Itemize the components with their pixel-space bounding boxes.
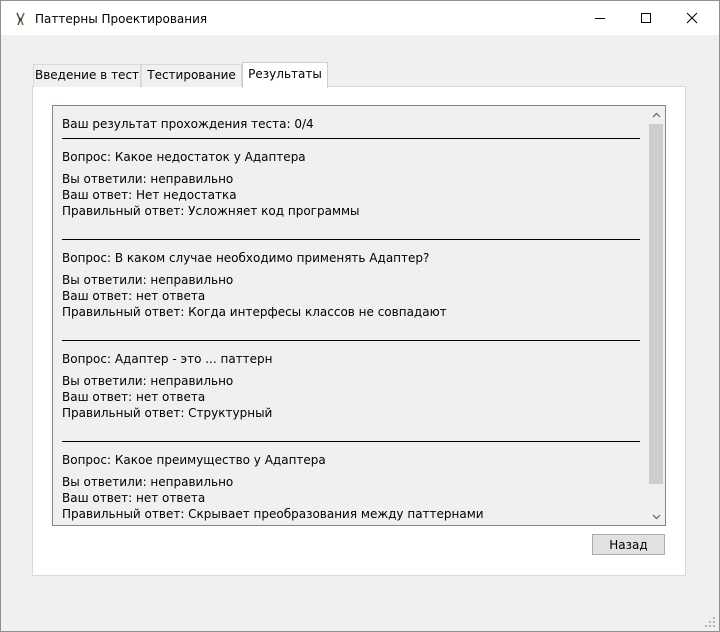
- result-item: Вопрос: Какое недостаток у Адаптера Вы о…: [62, 138, 640, 239]
- question-text: Вопрос: В каком случае необходимо примен…: [62, 251, 430, 265]
- resize-grip-icon[interactable]: [703, 615, 717, 629]
- answer-status: Вы ответили: неправильно: [62, 374, 234, 388]
- question-text: Вопрос: Какое преимущество у Адаптера: [62, 453, 326, 467]
- result-item: Вопрос: Какое преимущество у Адаптера Вы…: [62, 441, 640, 525]
- close-button[interactable]: [669, 1, 715, 35]
- app-icon: [16, 12, 25, 26]
- tab-testing[interactable]: Тестирование: [141, 64, 242, 87]
- score-line: Ваш результат прохождения теста: 0/4: [62, 117, 314, 131]
- chevron-down-icon: [652, 514, 661, 519]
- main-window: Паттерны Проектирования Введение в тест …: [0, 0, 720, 632]
- results-text-area[interactable]: Ваш результат прохождения теста: 0/4 Воп…: [52, 105, 666, 526]
- vertical-scrollbar[interactable]: [648, 106, 665, 525]
- correct-answer: Правильный ответ: Когда интерфесы классо…: [62, 305, 447, 319]
- results-content: Ваш результат прохождения теста: 0/4 Воп…: [62, 116, 640, 525]
- result-item: Вопрос: В каком случае необходимо примен…: [62, 239, 640, 340]
- your-answer: Ваш ответ: нет ответа: [62, 491, 206, 505]
- question-text: Вопрос: Какое недостаток у Адаптера: [62, 150, 306, 164]
- maximize-button[interactable]: [623, 1, 669, 35]
- tab-results[interactable]: Результаты: [242, 62, 328, 88]
- close-icon: [686, 12, 698, 24]
- your-answer: Ваш ответ: нет ответа: [62, 390, 206, 404]
- question-text: Вопрос: Адаптер - это ... паттерн: [62, 352, 273, 366]
- chevron-up-icon: [652, 112, 661, 117]
- your-answer: Ваш ответ: нет ответа: [62, 289, 206, 303]
- answer-status: Вы ответили: неправильно: [62, 172, 234, 186]
- correct-answer: Правильный ответ: Структурный: [62, 406, 273, 420]
- your-answer: Ваш ответ: Нет недостатка: [62, 188, 237, 202]
- window-title: Паттерны Проектирования: [35, 12, 208, 26]
- minimize-icon: [595, 18, 605, 19]
- answer-status: Вы ответили: неправильно: [62, 273, 234, 287]
- scroll-up-button[interactable]: [648, 106, 665, 123]
- answer-status: Вы ответили: неправильно: [62, 475, 234, 489]
- back-button[interactable]: Назад: [592, 534, 665, 555]
- result-item: Вопрос: Адаптер - это ... паттерн Вы отв…: [62, 340, 640, 441]
- correct-answer: Правильный ответ: Скрывает преобразовани…: [62, 507, 484, 521]
- title-bar[interactable]: Паттерны Проектирования: [1, 1, 719, 35]
- scroll-down-button[interactable]: [648, 508, 665, 525]
- maximize-icon: [641, 13, 651, 23]
- minimize-button[interactable]: [577, 1, 623, 35]
- correct-answer: Правильный ответ: Усложняет код программ…: [62, 204, 360, 218]
- tab-intro[interactable]: Введение в тест: [33, 64, 141, 87]
- scroll-thumb[interactable]: [649, 124, 663, 484]
